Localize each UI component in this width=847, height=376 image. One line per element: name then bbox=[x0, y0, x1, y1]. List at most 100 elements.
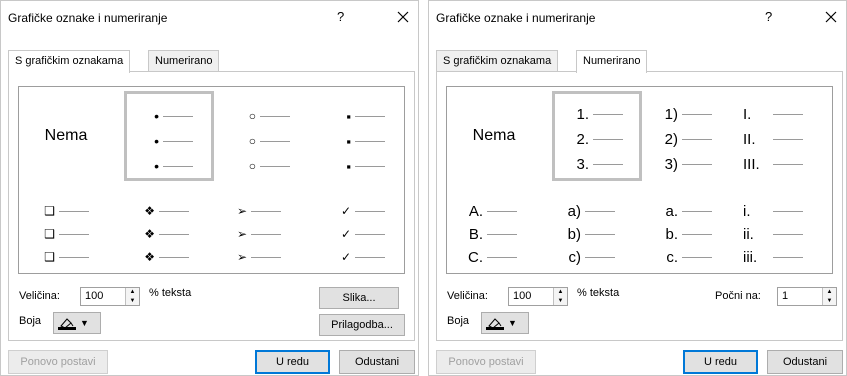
spin-up-icon[interactable]: ▲ bbox=[130, 289, 136, 295]
list-item: B. bbox=[457, 226, 517, 243]
bullets-numbering-dialog-numbered: Grafičke oznake i numeriranje ? S grafič… bbox=[428, 0, 847, 376]
picture-button-label: Slika... bbox=[342, 292, 376, 304]
dialog-title: Grafičke oznake i numeriranje bbox=[8, 11, 168, 25]
tab-panel: Nema • • • ○ ○ ○ ▪ ▪ ▪ ❑ ❑ ❑ ❖ ❖ ❖ ➢ ➢ ➢… bbox=[8, 71, 415, 341]
tab-bullets[interactable]: S grafičkim oznakama bbox=[8, 50, 131, 73]
customize-button[interactable]: Prilagodba... bbox=[319, 314, 405, 336]
list-item: ○ bbox=[238, 108, 290, 124]
cancel-button-label: Odustani bbox=[782, 356, 828, 368]
start-at-label: Počni na: bbox=[715, 290, 761, 302]
font-color-button[interactable]: ▼ bbox=[481, 312, 529, 334]
list-item: ❖ bbox=[137, 203, 189, 219]
tab-numbered-label: Numerirano bbox=[155, 55, 213, 67]
gallery-item-checkmark[interactable]: ✓ ✓ ✓ bbox=[319, 193, 409, 283]
close-button[interactable] bbox=[389, 3, 417, 31]
size-label: Veličina: bbox=[447, 290, 488, 302]
gallery-item-roman-upper[interactable]: I. II. III. bbox=[737, 91, 827, 181]
gallery-item-none[interactable]: Nema bbox=[449, 91, 539, 181]
chevron-down-icon: ▼ bbox=[508, 318, 517, 328]
bullet-dot: • bbox=[154, 158, 159, 174]
size-spinner[interactable]: 100 ▲ ▼ bbox=[80, 287, 140, 306]
size-value: 100 bbox=[85, 290, 104, 302]
list-item: c. bbox=[652, 249, 712, 266]
bullets-numbering-dialog-bullets: Grafičke oznake i numeriranje ? S grafič… bbox=[0, 0, 419, 376]
list-item: ○ bbox=[238, 133, 290, 149]
list-item: ➢ bbox=[229, 249, 281, 265]
gallery-item-hollow-square[interactable]: ❑ ❑ ❑ bbox=[37, 193, 127, 283]
ok-button[interactable]: U redu bbox=[255, 350, 330, 374]
gallery-item-alpha-lower-paren[interactable]: a) b) c) bbox=[555, 193, 645, 283]
list-item: II. bbox=[737, 131, 803, 148]
list-item: 1. bbox=[563, 106, 623, 123]
reset-button-label: Ponovo postavi bbox=[448, 356, 524, 368]
list-item: 1) bbox=[652, 106, 712, 123]
size-spinner[interactable]: 100 ▲ ▼ bbox=[508, 287, 568, 306]
list-item: c) bbox=[555, 249, 615, 266]
ok-button-label: U redu bbox=[703, 356, 738, 368]
list-item: 2) bbox=[652, 131, 712, 148]
start-at-spinner[interactable]: 1 ▲ ▼ bbox=[777, 287, 837, 306]
cancel-button[interactable]: Odustani bbox=[339, 350, 415, 374]
tab-bullets[interactable]: S grafičkim oznakama bbox=[436, 50, 559, 72]
list-item: • bbox=[141, 158, 193, 174]
close-icon bbox=[825, 11, 837, 23]
tab-numbered[interactable]: Numerirano bbox=[148, 50, 220, 72]
gallery-item-diamond[interactable]: ❖ ❖ ❖ bbox=[137, 193, 227, 283]
tab-bullets-label: S grafičkim oznakama bbox=[443, 55, 552, 67]
list-item: ✓ bbox=[333, 249, 385, 265]
list-item: C. bbox=[457, 249, 517, 266]
spin-down-icon[interactable]: ▼ bbox=[130, 298, 136, 304]
none-label: Nema bbox=[472, 127, 516, 144]
gallery-item-hollow-circle[interactable]: ○ ○ ○ bbox=[224, 91, 314, 181]
list-item: i. bbox=[737, 203, 803, 220]
tab-panel: Nema 1. 2. 3. 1) 2) 3) I. II. III. A. B.… bbox=[436, 71, 843, 341]
tab-numbered-label: Numerirano bbox=[583, 55, 641, 67]
tab-strip: S grafičkim oznakama Numerirano bbox=[436, 50, 843, 73]
close-button[interactable] bbox=[817, 3, 845, 31]
color-label: Boja bbox=[19, 315, 42, 327]
list-item: b) bbox=[555, 226, 615, 243]
list-item: ❖ bbox=[137, 226, 189, 242]
list-item: 3. bbox=[563, 156, 623, 173]
start-at-value: 1 bbox=[782, 290, 789, 302]
list-item: ii. bbox=[737, 226, 803, 243]
picture-button[interactable]: Slika... bbox=[319, 287, 399, 309]
list-item: III. bbox=[737, 156, 803, 173]
ok-button[interactable]: U redu bbox=[683, 350, 758, 374]
spin-up-icon[interactable]: ▲ bbox=[558, 289, 564, 295]
help-button[interactable]: ? bbox=[337, 9, 344, 24]
reset-button-label: Ponovo postavi bbox=[20, 356, 96, 368]
ok-button-label: U redu bbox=[275, 356, 310, 368]
list-item: 3) bbox=[652, 156, 712, 173]
gallery-item-alpha-upper[interactable]: A. B. C. bbox=[457, 193, 547, 283]
list-item: ❑ bbox=[37, 203, 89, 219]
spin-up-icon[interactable]: ▲ bbox=[827, 289, 833, 295]
spin-down-icon[interactable]: ▼ bbox=[558, 298, 564, 304]
cancel-button[interactable]: Odustani bbox=[767, 350, 843, 374]
customize-button-label: Prilagodba... bbox=[331, 319, 393, 331]
gallery-item-filled-square[interactable]: ▪ ▪ ▪ bbox=[319, 91, 409, 181]
dialog-title: Grafičke oznake i numeriranje bbox=[436, 11, 596, 25]
list-item: ○ bbox=[238, 158, 290, 174]
tab-numbered[interactable]: Numerirano bbox=[576, 50, 648, 73]
list-item: ❑ bbox=[37, 226, 89, 242]
gallery-item-filled-bullet[interactable]: • • • bbox=[124, 91, 214, 181]
font-color-button[interactable]: ▼ bbox=[53, 312, 101, 334]
list-item: ▪ bbox=[333, 108, 385, 124]
gallery-item-roman-lower[interactable]: i. ii. iii. bbox=[737, 193, 827, 283]
list-item: • bbox=[141, 108, 193, 124]
reset-button[interactable]: Ponovo postavi bbox=[8, 350, 108, 374]
size-unit: % teksta bbox=[149, 287, 192, 299]
gallery-item-arrowhead[interactable]: ➢ ➢ ➢ bbox=[229, 193, 319, 283]
spin-down-icon[interactable]: ▼ bbox=[827, 298, 833, 304]
list-item: a) bbox=[555, 203, 615, 220]
gallery-item-decimal-paren[interactable]: 1) 2) 3) bbox=[652, 91, 742, 181]
reset-button[interactable]: Ponovo postavi bbox=[436, 350, 536, 374]
gallery-item-alpha-lower-period[interactable]: a. b. c. bbox=[652, 193, 742, 283]
gallery-item-none[interactable]: Nema bbox=[21, 91, 111, 181]
list-item: ✓ bbox=[333, 226, 385, 242]
help-button[interactable]: ? bbox=[765, 9, 772, 24]
list-item: 2. bbox=[563, 131, 623, 148]
gallery-item-decimal-period[interactable]: 1. 2. 3. bbox=[552, 91, 642, 181]
list-item: ❑ bbox=[37, 249, 89, 265]
